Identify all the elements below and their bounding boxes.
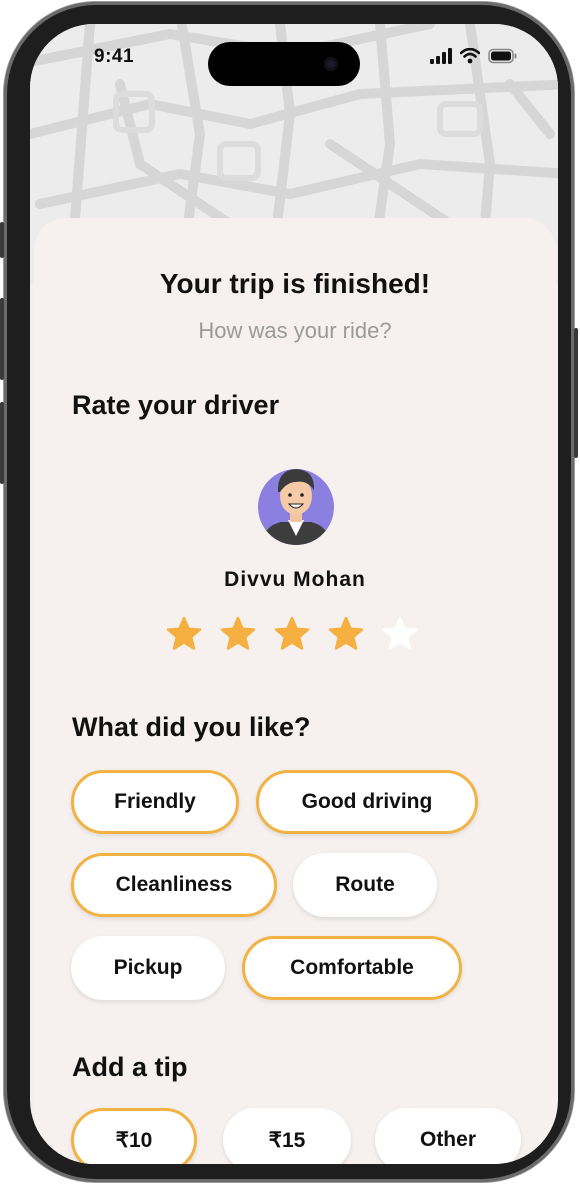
likes-heading: What did you like? [72, 712, 311, 742]
tip-option-other[interactable]: Other [375, 1108, 521, 1164]
status-time: 9:41 [94, 46, 135, 67]
chip-label: Route [335, 873, 395, 896]
power-button [574, 328, 578, 458]
chip-label: Good driving [301, 790, 433, 813]
phone-frame: 9:41 Your trip is finished! How was your… [0, 2, 578, 1182]
tip-heading: Add a tip [72, 1052, 188, 1082]
dynamic-island [208, 42, 360, 86]
tip-label: ₹15 [268, 1128, 306, 1152]
chip-cleanliness[interactable]: Cleanliness [71, 853, 277, 917]
chip-friendly[interactable]: Friendly [71, 770, 239, 834]
volume-down-button [0, 402, 4, 484]
tip-option-10[interactable]: ₹10 [71, 1108, 197, 1164]
page-title: Your trip is finished! [159, 268, 431, 299]
status-icons [430, 48, 518, 64]
battery-icon [488, 48, 517, 64]
star-filled-icon[interactable] [166, 616, 202, 652]
chip-comfortable[interactable]: Comfortable [242, 936, 462, 1000]
action-button [0, 222, 4, 258]
star-rating[interactable] [166, 616, 418, 652]
star-filled-icon[interactable] [328, 616, 364, 652]
tip-label: Other [419, 1128, 476, 1151]
wifi-icon [460, 48, 480, 64]
volume-up-button [0, 298, 4, 380]
status-bar: 9:41 [30, 24, 558, 86]
trip-finished-sheet: Your trip is finished! How was your ride… [34, 218, 556, 1164]
tip-label: ₹10 [115, 1128, 153, 1152]
page-subtitle: How was your ride? [198, 318, 392, 343]
chip-good-driving[interactable]: Good driving [256, 770, 478, 834]
rate-driver-heading: Rate your driver [72, 390, 280, 420]
front-camera [324, 57, 338, 71]
tip-option-15[interactable]: ₹15 [223, 1108, 351, 1164]
driver-name: Divvu Mohan [224, 568, 366, 591]
chip-label: Friendly [114, 790, 196, 813]
chip-pickup[interactable]: Pickup [71, 936, 225, 1000]
driver-avatar [258, 469, 334, 545]
chip-label: Pickup [113, 956, 183, 979]
chip-label: Cleanliness [115, 873, 233, 896]
star-empty-icon[interactable] [382, 616, 418, 652]
chip-route[interactable]: Route [293, 853, 437, 917]
star-filled-icon[interactable] [220, 616, 256, 652]
screen: 9:41 Your trip is finished! How was your… [30, 24, 558, 1164]
star-filled-icon[interactable] [274, 616, 310, 652]
signal-icon [430, 48, 452, 64]
chip-label: Comfortable [290, 956, 414, 979]
